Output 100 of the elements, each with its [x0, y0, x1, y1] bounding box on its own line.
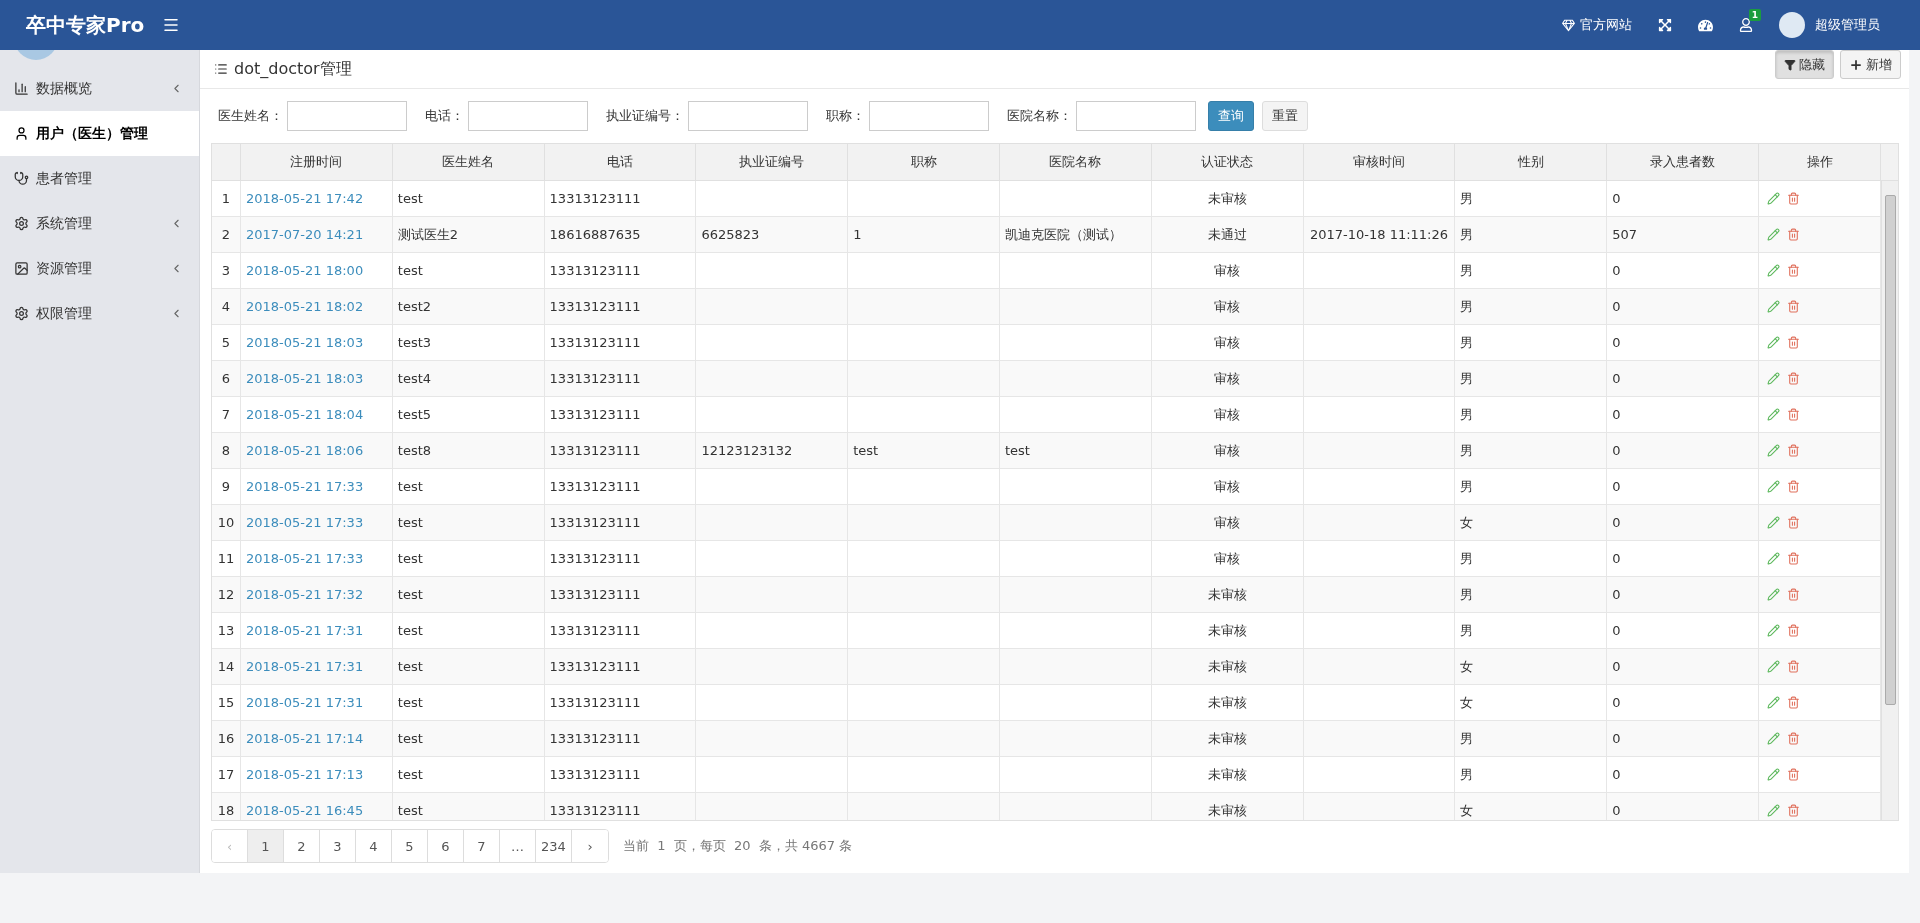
- user-menu[interactable]: 超级管理员: [1779, 12, 1880, 38]
- sidebar-item[interactable]: 数据概览: [0, 66, 199, 111]
- date-link[interactable]: 2018-05-21 17:33: [246, 515, 364, 530]
- table-cell: 测试医生2: [397, 225, 459, 244]
- edit-icon[interactable]: [1767, 588, 1780, 601]
- delete-icon[interactable]: [1787, 192, 1800, 205]
- table-cell: 审核: [1214, 513, 1241, 532]
- edit-icon[interactable]: [1767, 624, 1780, 637]
- input-field[interactable]: [688, 101, 808, 131]
- add-button[interactable]: 新增: [1840, 50, 1901, 79]
- delete-icon[interactable]: [1787, 228, 1800, 241]
- table-cell: 男: [1460, 333, 1474, 352]
- delete-icon[interactable]: [1787, 768, 1800, 781]
- date-link[interactable]: 2018-05-21 17:31: [246, 695, 364, 710]
- delete-icon[interactable]: [1787, 660, 1800, 673]
- row-number: 7: [212, 397, 241, 432]
- date-link[interactable]: 2018-05-21 17:33: [246, 551, 364, 566]
- bar-chart-icon: [14, 81, 29, 96]
- reset-button[interactable]: 重置: [1262, 101, 1308, 131]
- date-link[interactable]: 2018-05-21 18:03: [246, 371, 364, 386]
- table-cell: 13313123111: [549, 551, 641, 566]
- table-cell: 男: [1460, 441, 1474, 460]
- delete-icon[interactable]: [1787, 264, 1800, 277]
- delete-icon[interactable]: [1787, 444, 1800, 457]
- edit-icon[interactable]: [1767, 732, 1780, 745]
- delete-icon[interactable]: [1787, 516, 1800, 529]
- scrollbar[interactable]: [1881, 181, 1898, 820]
- page-button[interactable]: 1: [248, 830, 284, 862]
- date-link[interactable]: 2018-05-21 17:14: [246, 731, 364, 746]
- input-field[interactable]: [869, 101, 989, 131]
- date-link[interactable]: 2018-05-21 18:04: [246, 407, 364, 422]
- delete-icon[interactable]: [1787, 588, 1800, 601]
- date-link[interactable]: 2018-05-21 18:02: [246, 299, 364, 314]
- delete-icon[interactable]: [1787, 804, 1800, 817]
- diamond-icon: [1562, 18, 1575, 32]
- date-link[interactable]: 2018-05-21 17:42: [246, 191, 364, 206]
- delete-icon[interactable]: [1787, 408, 1800, 421]
- edit-icon[interactable]: [1767, 372, 1780, 385]
- date-link[interactable]: 2018-05-21 18:03: [246, 335, 364, 350]
- date-link[interactable]: 2018-05-21 17:31: [246, 659, 364, 674]
- table-cell: test: [397, 479, 423, 494]
- edit-icon[interactable]: [1767, 480, 1780, 493]
- edit-icon[interactable]: [1767, 264, 1780, 277]
- date-link[interactable]: 2018-05-21 17:32: [246, 587, 364, 602]
- edit-icon[interactable]: [1767, 336, 1780, 349]
- edit-icon[interactable]: [1767, 408, 1780, 421]
- edit-icon[interactable]: [1767, 552, 1780, 565]
- input-field[interactable]: [1076, 101, 1196, 131]
- column-header: 医院名称: [1000, 144, 1152, 180]
- date-link[interactable]: 2018-05-21 17:33: [246, 479, 364, 494]
- delete-icon[interactable]: [1787, 300, 1800, 313]
- delete-icon[interactable]: [1787, 552, 1800, 565]
- delete-icon[interactable]: [1787, 336, 1800, 349]
- sidebar-item[interactable]: 系统管理: [0, 201, 199, 246]
- sidebar-item[interactable]: 资源管理: [0, 246, 199, 291]
- sidebar-item[interactable]: 权限管理: [0, 291, 199, 336]
- date-link[interactable]: 2018-05-21 16:45: [246, 803, 364, 818]
- website-link[interactable]: 官方网站: [1562, 16, 1632, 34]
- date-link[interactable]: 2018-05-21 17:13: [246, 767, 364, 782]
- input-field[interactable]: [287, 101, 407, 131]
- search-button[interactable]: 查询: [1208, 101, 1254, 131]
- sidebar-item[interactable]: 患者管理: [0, 156, 199, 201]
- row-number: 3: [212, 253, 241, 288]
- delete-icon[interactable]: [1787, 624, 1800, 637]
- delete-icon[interactable]: [1787, 696, 1800, 709]
- dashboard-icon[interactable]: [1698, 17, 1713, 33]
- table-cell: 凯迪克医院（测试）: [1005, 225, 1122, 244]
- delete-icon[interactable]: [1787, 480, 1800, 493]
- edit-icon[interactable]: [1767, 228, 1780, 241]
- edit-icon[interactable]: [1767, 300, 1780, 313]
- user-icon[interactable]: [1739, 18, 1753, 32]
- date-link[interactable]: 2018-05-21 17:31: [246, 623, 364, 638]
- table-cell: 13313123111: [549, 335, 641, 350]
- table-cell: 13313123111: [549, 515, 641, 530]
- edit-icon[interactable]: [1767, 516, 1780, 529]
- table-cell: 13313123111: [549, 407, 641, 422]
- fullscreen-icon[interactable]: [1658, 18, 1672, 32]
- date-link[interactable]: 2017-07-20 14:21: [246, 227, 364, 242]
- avatar: [1779, 12, 1805, 38]
- input-field[interactable]: [468, 101, 588, 131]
- stethoscope-icon: [14, 171, 29, 186]
- table-cell: 审核: [1214, 297, 1241, 316]
- edit-icon[interactable]: [1767, 444, 1780, 457]
- edit-icon[interactable]: [1767, 192, 1780, 205]
- edit-icon[interactable]: [1767, 696, 1780, 709]
- delete-icon[interactable]: [1787, 732, 1800, 745]
- table-cell: 13313123111: [549, 263, 641, 278]
- table-cell: 13313123111: [549, 659, 641, 674]
- gear-icon: [14, 216, 29, 231]
- table-cell: 12123123132: [701, 443, 793, 458]
- row-number: 12: [212, 577, 241, 612]
- menu-icon[interactable]: [162, 16, 181, 34]
- edit-icon[interactable]: [1767, 804, 1780, 817]
- date-link[interactable]: 2018-05-21 18:00: [246, 263, 364, 278]
- edit-icon[interactable]: [1767, 768, 1780, 781]
- edit-icon[interactable]: [1767, 660, 1780, 673]
- sidebar-item[interactable]: 用户（医生）管理: [0, 111, 199, 156]
- delete-icon[interactable]: [1787, 372, 1800, 385]
- hide-button[interactable]: 隐藏: [1775, 50, 1834, 79]
- date-link[interactable]: 2018-05-21 18:06: [246, 443, 364, 458]
